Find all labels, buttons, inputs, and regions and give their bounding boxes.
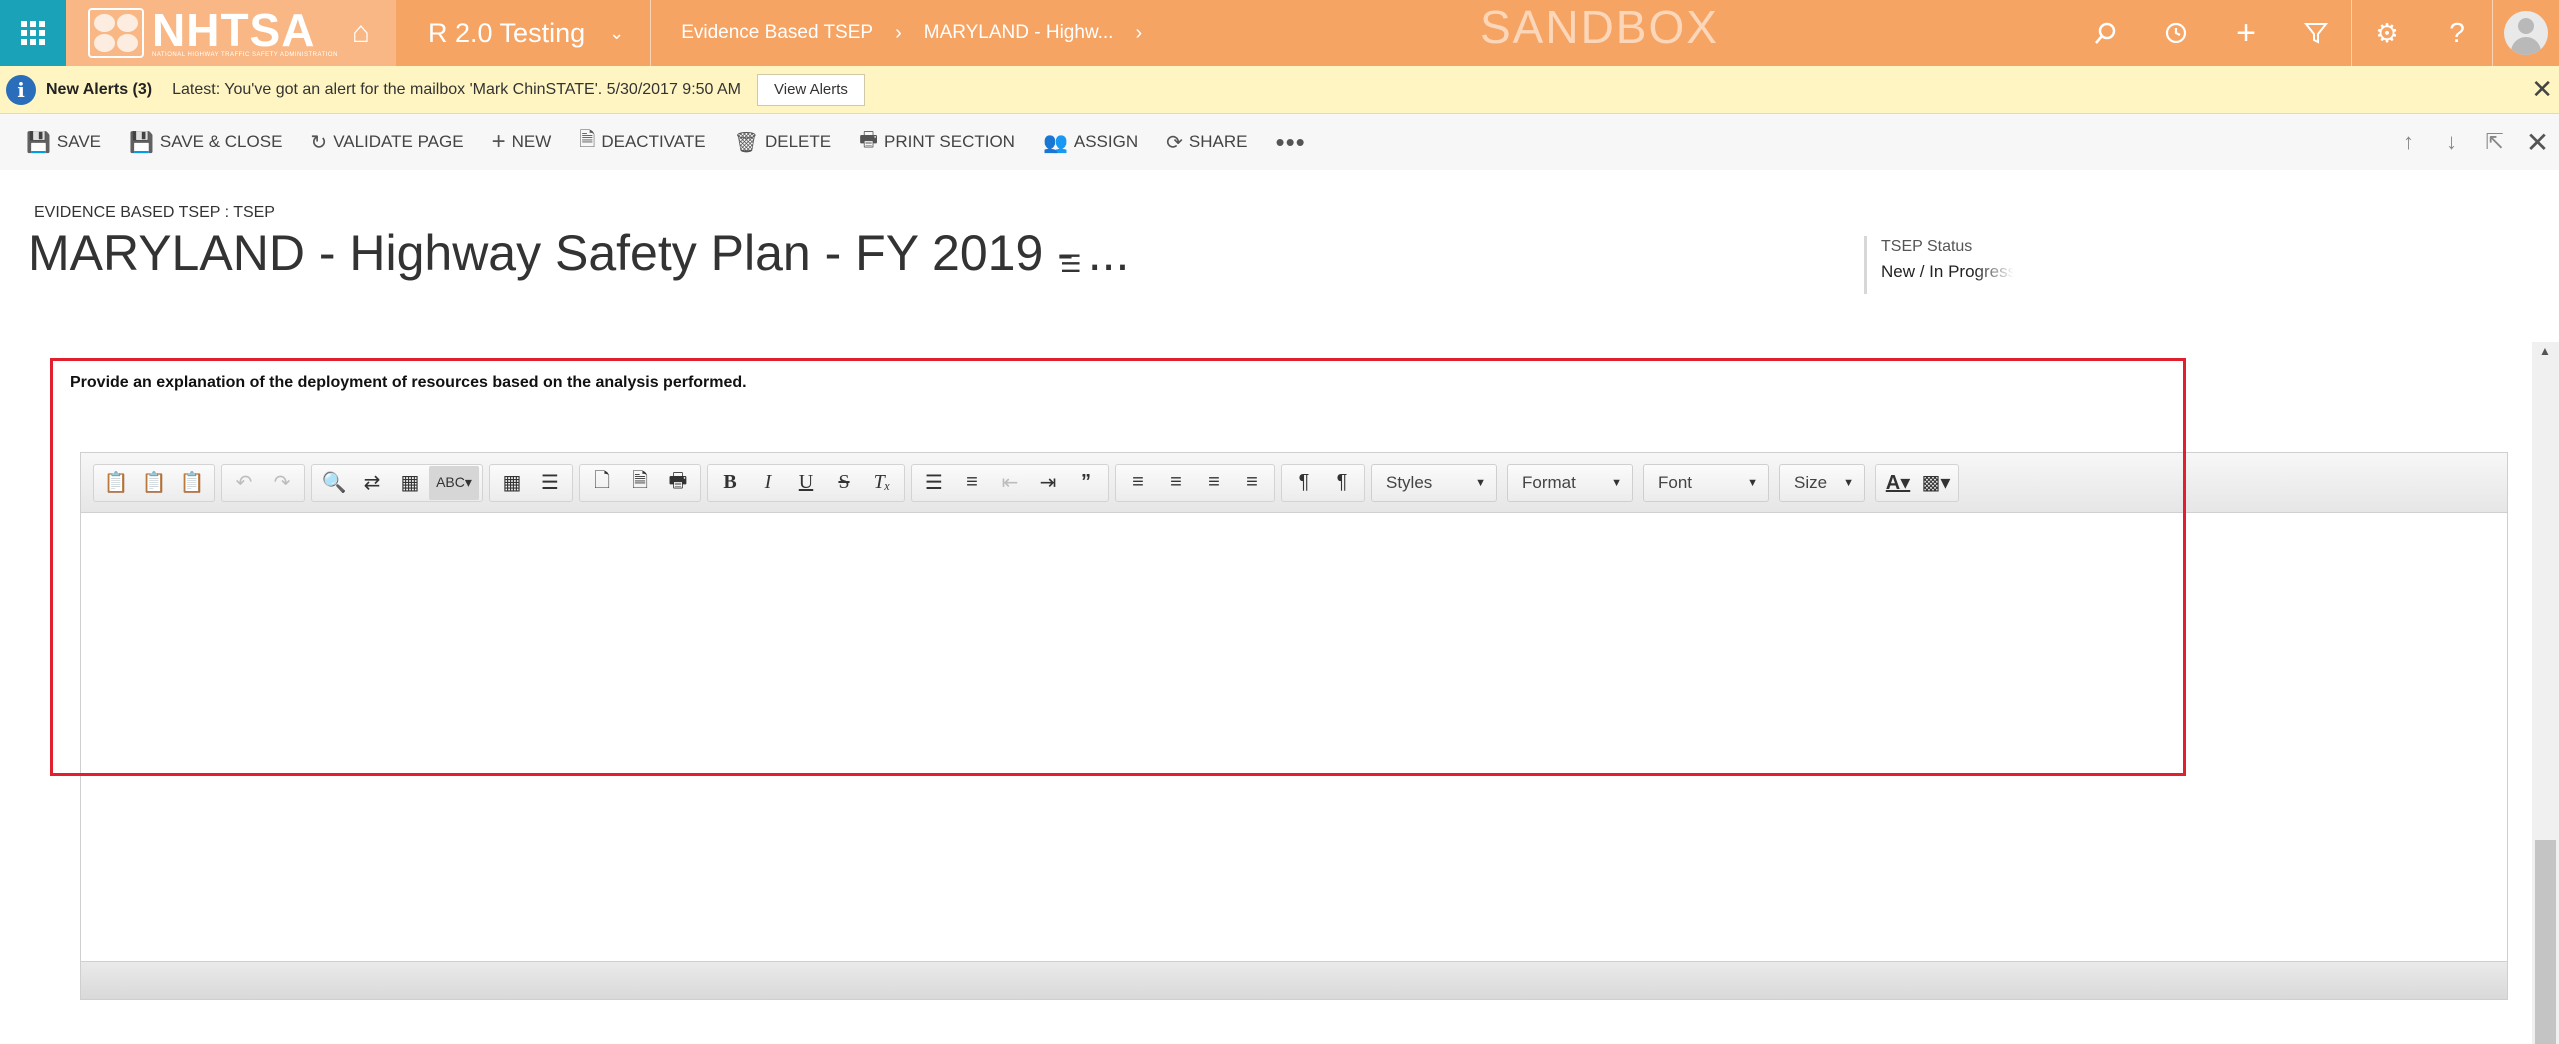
chevron-down-icon: ⌄ (609, 22, 625, 43)
breadcrumb-item-record[interactable]: MARYLAND - Highw... (924, 22, 1114, 44)
arrow-up-icon[interactable]: ↑ (2387, 129, 2430, 155)
app-launcher-button[interactable] (0, 0, 66, 66)
delete-button[interactable]: 🗑 DELETE (734, 130, 832, 155)
status-label: TSEP Status (1881, 238, 1973, 255)
plus-icon: + (491, 128, 506, 155)
filter-icon[interactable] (2281, 0, 2351, 66)
popout-icon[interactable]: ⇱ (2473, 129, 2516, 155)
scroll-up-icon[interactable]: ▲ (2539, 344, 2551, 358)
alert-message: Latest: You've got an alert for the mail… (172, 80, 741, 98)
vertical-scrollbar[interactable]: ▲ (2532, 342, 2559, 1044)
save-icon: 💾 (26, 131, 51, 154)
user-avatar[interactable] (2493, 0, 2559, 66)
assign-button[interactable]: 👥 ASSIGN (1043, 130, 1138, 155)
entity-type-label: EVIDENCE BASED TSEP : TSEP (34, 204, 275, 221)
trash-icon: 🗑 (733, 131, 759, 154)
save-button[interactable]: 💾 SAVE (26, 130, 101, 155)
validate-page-button[interactable]: ↻ VALIDATE PAGE (310, 130, 463, 155)
printer-icon: 🖶 (859, 129, 878, 151)
assign-icon: 👥 (1042, 131, 1068, 154)
deactivate-label: DEACTIVATE (601, 132, 706, 151)
chevron-right-icon: › (895, 21, 902, 44)
view-alerts-button[interactable]: View Alerts (757, 73, 865, 106)
waffle-icon (21, 21, 45, 45)
breadcrumb: Evidence Based TSEP › MARYLAND - Highw..… (651, 0, 1164, 66)
status-value: New / In Progress (1881, 262, 2014, 281)
share-label: SHARE (1188, 132, 1248, 151)
environment-watermark: SANDBOX (1480, 1, 1719, 53)
more-commands-icon[interactable]: ••• (1275, 127, 1305, 158)
avatar-icon (2504, 11, 2548, 55)
nav-actions: + ⚙ ? (2071, 0, 2559, 66)
print-label: PRINT SECTION (883, 132, 1015, 151)
breadcrumb-item-entity[interactable]: Evidence Based TSEP (681, 22, 873, 44)
search-icon[interactable] (2071, 0, 2141, 66)
command-bar: 💾 SAVE 💾 SAVE & CLOSE ↻ VALIDATE PAGE + … (0, 114, 2559, 170)
editor-footer (81, 961, 2507, 999)
deactivate-icon: 🗎 (579, 129, 596, 151)
highlight-annotation (50, 358, 2186, 776)
status-field: TSEP Status New / In Progress (1864, 236, 2014, 294)
validate-label: VALIDATE PAGE (333, 132, 464, 151)
form-selector-icon[interactable]: ☰ (1060, 250, 1082, 279)
nhtsa-seal-icon (88, 8, 144, 58)
close-icon[interactable]: ✕ (2531, 74, 2553, 105)
app-name: R 2.0 Testing (428, 17, 586, 48)
share-icon: ⟳ (1166, 131, 1183, 154)
info-icon: i (6, 74, 36, 105)
save-close-button[interactable]: 💾 SAVE & CLOSE (129, 130, 282, 155)
print-section-button[interactable]: 🖶 PRINT SECTION (859, 125, 1015, 159)
new-icon[interactable]: + (2211, 0, 2281, 66)
brand-logo[interactable]: NHTSA NATIONAL HIGHWAY TRAFFIC SAFETY AD… (66, 0, 396, 66)
app-switcher[interactable]: R 2.0 Testing ⌄ (396, 0, 652, 66)
help-icon[interactable]: ? (2422, 0, 2492, 66)
brand-subtitle: NATIONAL HIGHWAY TRAFFIC SAFETY ADMINIST… (152, 52, 338, 58)
save-close-label: SAVE & CLOSE (159, 132, 283, 151)
settings-icon[interactable]: ⚙ (2352, 0, 2422, 66)
chevron-right-icon[interactable]: › (1135, 22, 1142, 45)
delete-label: DELETE (764, 132, 832, 151)
brand-name: NHTSA (152, 4, 316, 56)
scrollbar-thumb[interactable] (2535, 840, 2556, 1044)
page-title: MARYLAND - Highway Safety Plan - FY 2019… (28, 225, 1130, 281)
assign-label: ASSIGN (1073, 132, 1139, 151)
deactivate-button[interactable]: 🗎 DEACTIVATE (579, 125, 705, 159)
top-nav-bar: NHTSA NATIONAL HIGHWAY TRAFFIC SAFETY AD… (0, 0, 2559, 66)
validate-icon: ↻ (310, 131, 328, 154)
arrow-down-icon[interactable]: ↓ (2430, 129, 2473, 155)
save-close-icon: 💾 (129, 131, 154, 154)
close-icon[interactable]: ✕ (2516, 126, 2559, 159)
share-button[interactable]: ⟳ SHARE (1166, 130, 1247, 155)
notification-bar: i New Alerts (3) Latest: You've got an a… (0, 66, 2559, 114)
brand-text: NHTSA NATIONAL HIGHWAY TRAFFIC SAFETY AD… (152, 4, 338, 58)
new-label: NEW (511, 132, 552, 151)
app-window: NHTSA NATIONAL HIGHWAY TRAFFIC SAFETY AD… (0, 0, 2559, 1044)
new-button[interactable]: + NEW (492, 128, 552, 156)
home-icon[interactable]: ⌂ (352, 16, 370, 50)
alert-title: New Alerts (3) (46, 80, 153, 98)
save-label: SAVE (56, 132, 101, 151)
recent-icon[interactable] (2141, 0, 2211, 66)
record-navigation: ↑ ↓ ⇱ ✕ (2387, 114, 2559, 170)
